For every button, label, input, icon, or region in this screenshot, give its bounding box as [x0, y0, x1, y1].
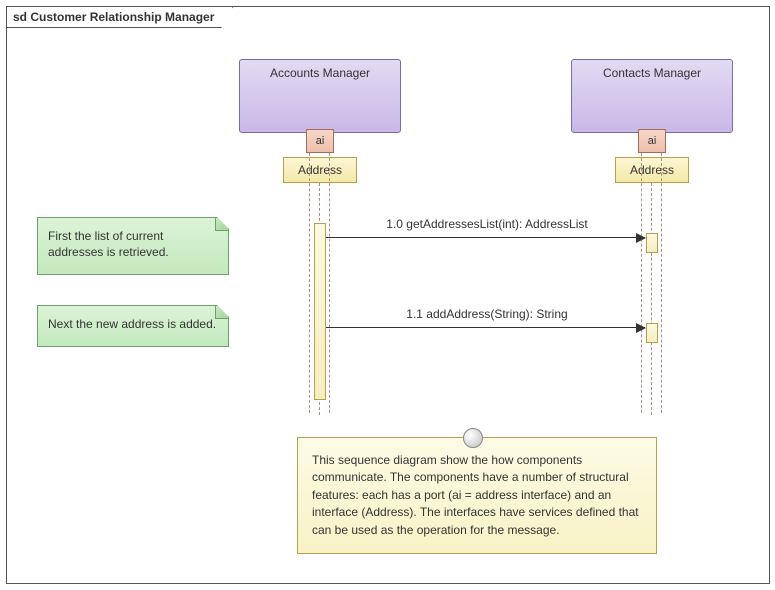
frame-title: Customer Relationship Manager: [30, 10, 214, 24]
lifeline: [651, 183, 652, 415]
interface-label: Address: [298, 163, 342, 177]
sequence-frame: sd Customer Relationship Manager Account…: [6, 6, 770, 584]
note-fold-icon: [215, 218, 228, 231]
note: Next the new address is added.: [37, 305, 229, 347]
message-arrow: [326, 327, 645, 328]
participant-contacts-manager: Contacts Manager: [571, 59, 733, 133]
note: First the list of current addresses is r…: [37, 217, 229, 275]
explanation-note: This sequence diagram show the how compo…: [297, 437, 657, 554]
note-text: Next the new address is added.: [48, 317, 216, 331]
activation-contacts-1: [646, 233, 658, 253]
interface-address-accounts: Address: [283, 157, 357, 183]
note-anchor-icon: [463, 428, 483, 448]
note-fold-icon: [215, 306, 228, 319]
participant-label: Accounts Manager: [270, 66, 370, 80]
message-arrow: [326, 237, 645, 238]
interface-label: Address: [630, 163, 674, 177]
port-ai-contacts: ai: [638, 129, 666, 153]
port-label: ai: [316, 135, 325, 147]
lifeline: [641, 153, 642, 413]
activation-contacts-2: [646, 323, 658, 343]
note-text: This sequence diagram show the how compo…: [312, 453, 639, 537]
message-label: 1.0 getAddressesList(int): AddressList: [337, 217, 637, 231]
interface-address-contacts: Address: [615, 157, 689, 183]
message-label: 1.1 addAddress(String): String: [337, 307, 637, 321]
lifeline: [329, 153, 330, 413]
lifeline: [309, 153, 310, 413]
port-ai-accounts: ai: [306, 129, 334, 153]
diagram-canvas: sd Customer Relationship Manager Account…: [0, 0, 775, 590]
frame-prefix: sd: [13, 10, 27, 24]
lifeline: [661, 153, 662, 413]
note-text: First the list of current addresses is r…: [48, 229, 169, 259]
port-label: ai: [648, 135, 657, 147]
frame-title-tab: sd Customer Relationship Manager: [6, 6, 233, 28]
activation-accounts: [314, 223, 326, 400]
participant-accounts-manager: Accounts Manager: [239, 59, 401, 133]
participant-label: Contacts Manager: [603, 66, 701, 80]
